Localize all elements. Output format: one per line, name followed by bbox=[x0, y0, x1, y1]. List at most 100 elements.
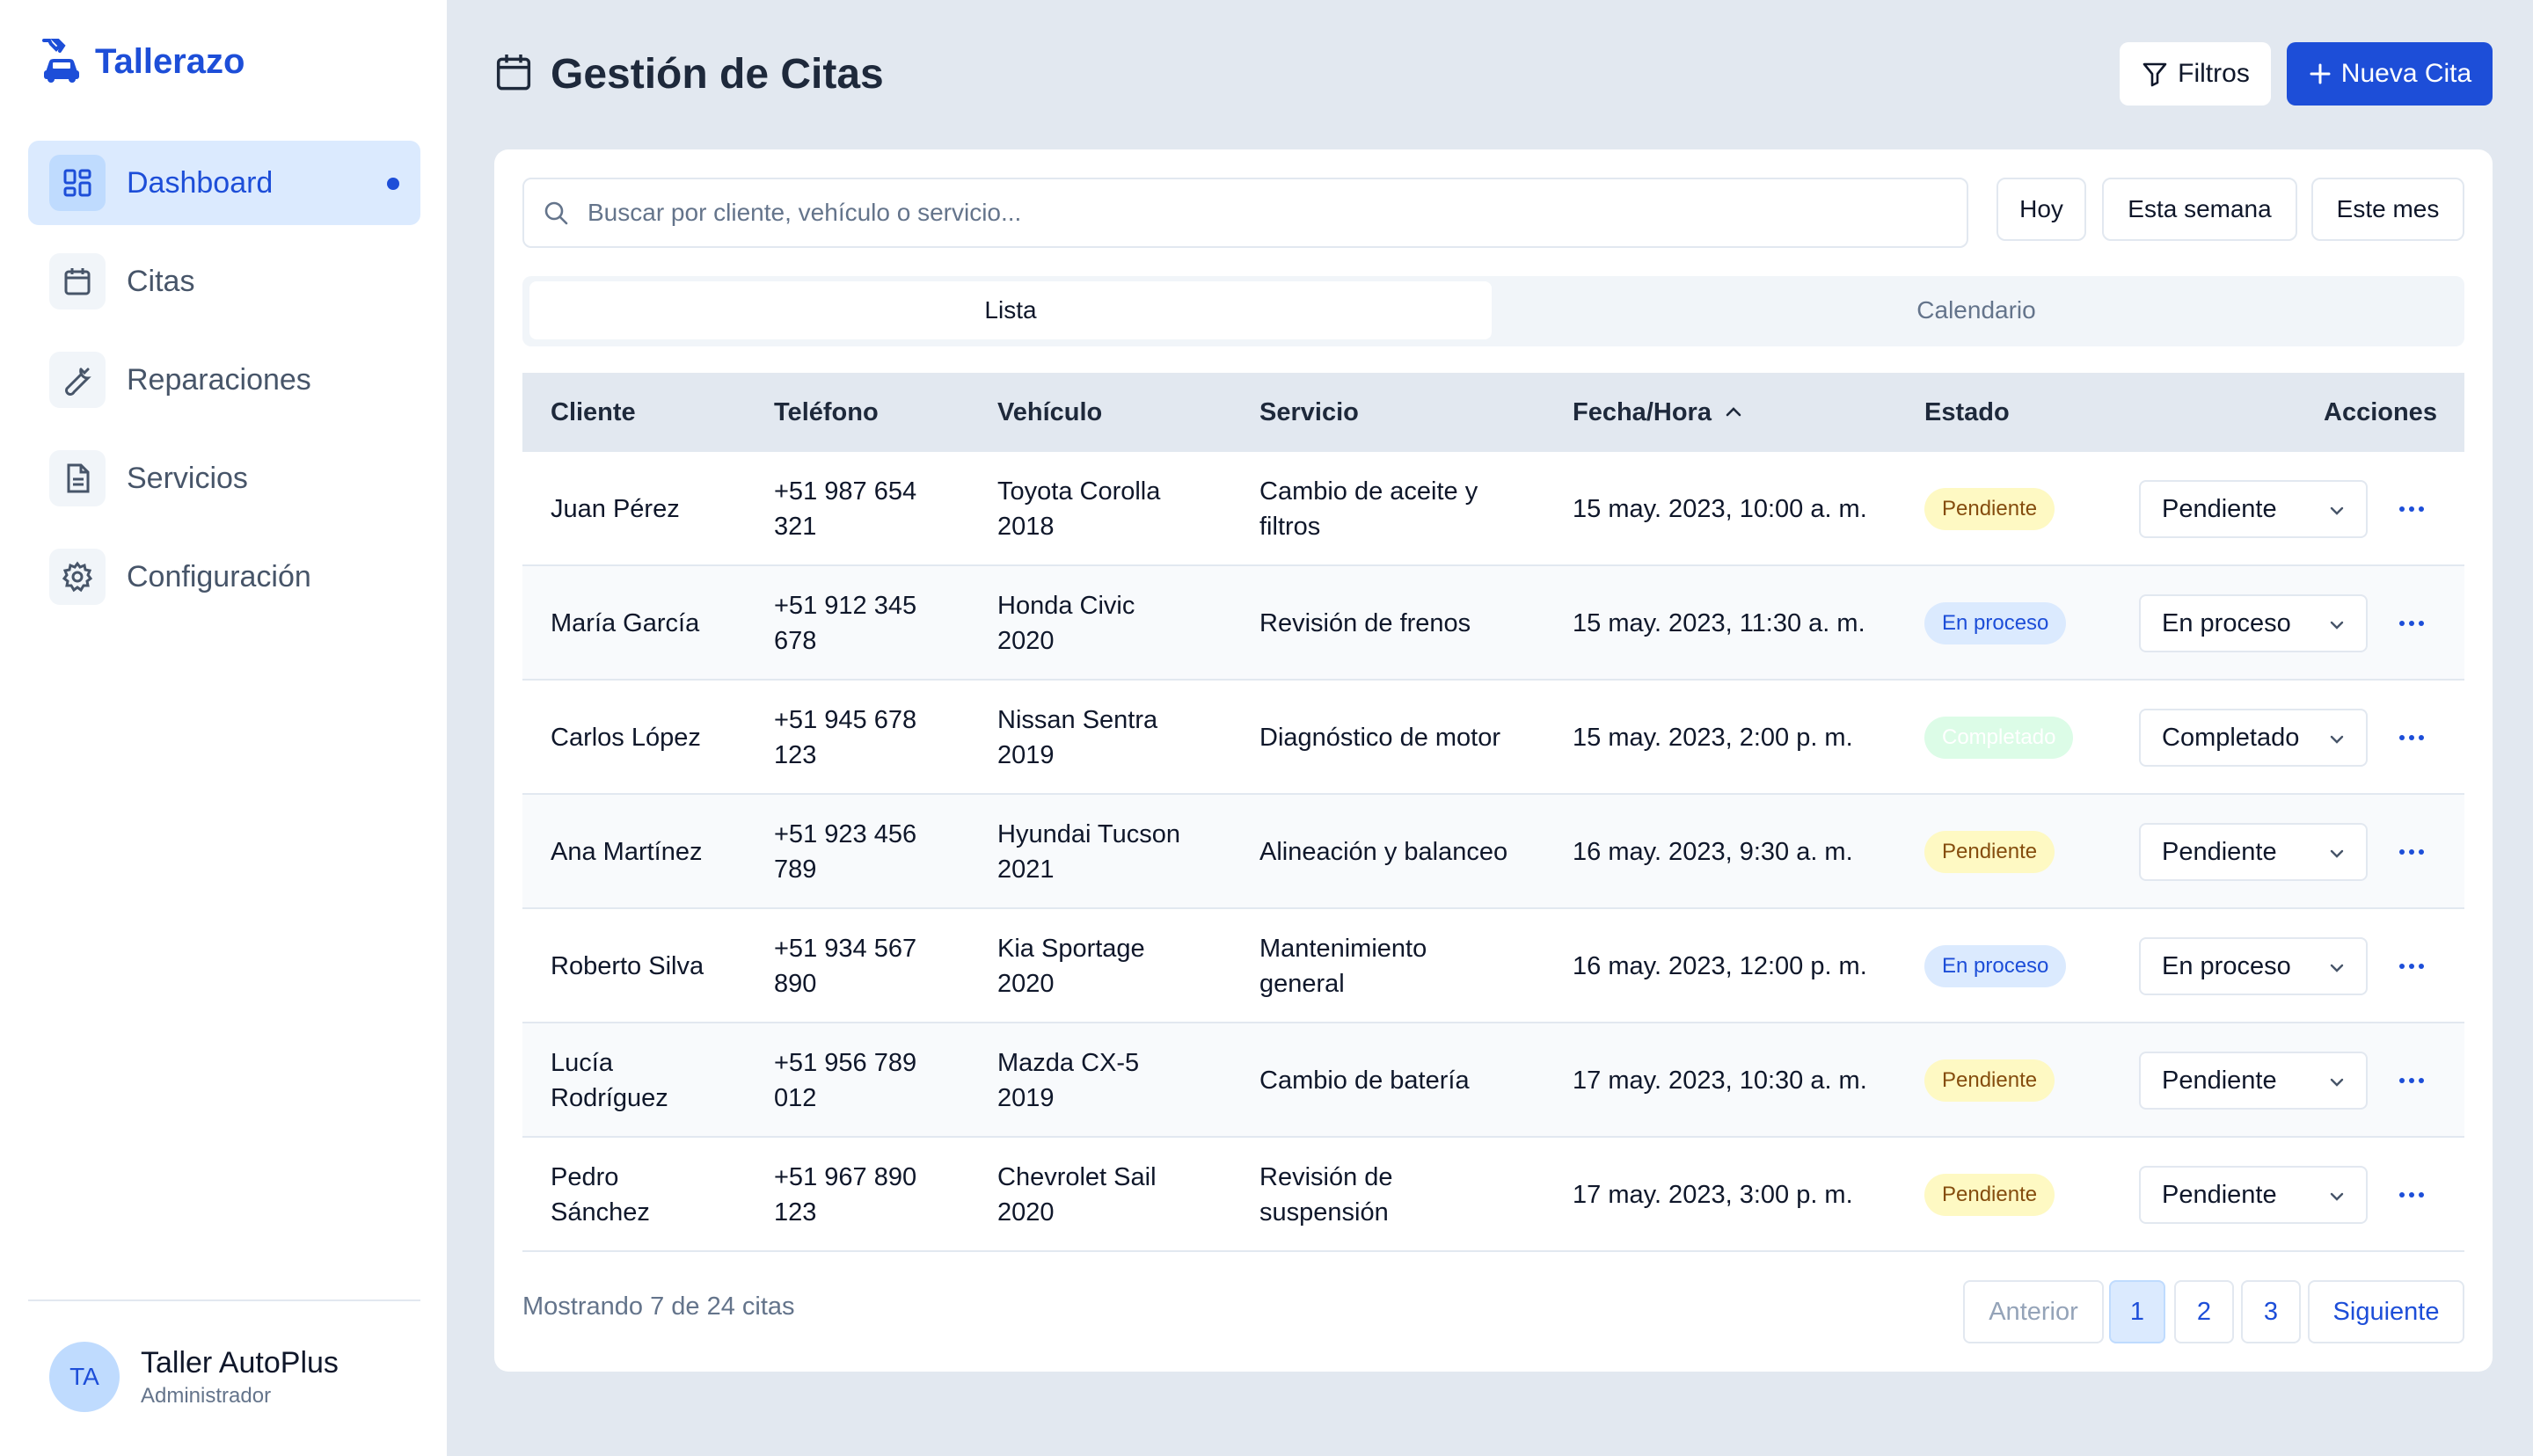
column-header-fecha[interactable]: Fecha/Hora bbox=[1573, 373, 1743, 452]
cell-vehiculo: Mazda CX-5 2019 bbox=[997, 1023, 1139, 1138]
calendar-icon bbox=[49, 253, 106, 309]
phone-line-2: 321 bbox=[774, 513, 817, 541]
cell-fecha: 17 may. 2023, 10:30 a. m. bbox=[1573, 1023, 1867, 1138]
table-row[interactable]: Pedro Sánchez +51 967 890 123 Chevrolet Sai… bbox=[522, 1138, 2464, 1252]
gear-icon bbox=[49, 549, 106, 605]
more-horizontal-icon bbox=[2399, 506, 2424, 512]
app-logo[interactable]: Tallerazo bbox=[35, 35, 245, 88]
table-row[interactable]: Roberto Silva +51 934 567 890 Kia Sportage 2… bbox=[522, 909, 2464, 1023]
status-select[interactable]: En proceso bbox=[2139, 594, 2368, 652]
status-select-value: Pendiente bbox=[2162, 837, 2277, 866]
pagination-page-3[interactable]: 3 bbox=[2241, 1280, 2301, 1343]
filter-month-button[interactable]: Este mes bbox=[2311, 178, 2464, 241]
filter-today-button[interactable]: Hoy bbox=[1996, 178, 2086, 241]
cell-cliente: Pedro Sánchez bbox=[551, 1138, 650, 1252]
table-row[interactable]: Lucía Rodríguez +51 956 789 012 Mazda CX-5 2… bbox=[522, 1023, 2464, 1138]
more-actions-button[interactable] bbox=[2394, 949, 2429, 984]
pagination-page-1[interactable]: 1 bbox=[2109, 1280, 2165, 1343]
table-row[interactable]: Juan Pérez +51 987 654 321 Toyota Corolla 20… bbox=[522, 452, 2464, 566]
status-select[interactable]: En proceso bbox=[2139, 937, 2368, 995]
pagination-page-2[interactable]: 2 bbox=[2174, 1280, 2234, 1343]
sidebar-item-reparaciones[interactable]: Reparaciones bbox=[28, 338, 420, 422]
service-line-1: Mantenimiento bbox=[1259, 935, 1427, 963]
page-title: Gestión de Citas bbox=[551, 50, 884, 98]
status-select-value: Pendiente bbox=[2162, 494, 2277, 523]
status-select-value: Pendiente bbox=[2162, 1180, 2277, 1209]
pagination-next-button[interactable]: Siguiente bbox=[2308, 1280, 2464, 1343]
vehicle-line-2: 2020 bbox=[997, 1198, 1055, 1227]
more-actions-button[interactable] bbox=[2394, 1063, 2429, 1098]
sidebar-item-servicios[interactable]: Servicios bbox=[28, 436, 420, 521]
column-header-fecha-label: Fecha/Hora bbox=[1573, 397, 1712, 426]
table-body: Juan Pérez +51 987 654 321 Toyota Corolla 20… bbox=[522, 452, 2464, 1252]
appointments-card: Buscar por cliente, vehículo o servicio.… bbox=[494, 149, 2493, 1372]
status-select[interactable]: Pendiente bbox=[2139, 480, 2368, 538]
status-select[interactable]: Pendiente bbox=[2139, 1166, 2368, 1224]
more-horizontal-icon bbox=[2399, 735, 2424, 740]
client-name: Roberto Silva bbox=[551, 952, 704, 980]
cell-fecha: 17 may. 2023, 3:00 p. m. bbox=[1573, 1138, 1853, 1252]
table-row[interactable]: Ana Martínez +51 923 456 789 Hyundai Tucson… bbox=[522, 795, 2464, 909]
more-horizontal-icon bbox=[2399, 1192, 2424, 1198]
search-input[interactable]: Buscar por cliente, vehículo o servicio.… bbox=[522, 178, 1968, 248]
status-select[interactable]: Pendiente bbox=[2139, 823, 2368, 881]
more-actions-button[interactable] bbox=[2394, 1177, 2429, 1212]
cell-cliente: Lucía Rodríguez bbox=[551, 1023, 668, 1138]
filter-week-button[interactable]: Esta semana bbox=[2102, 178, 2297, 241]
chevron-down-icon bbox=[2330, 849, 2344, 858]
more-horizontal-icon bbox=[2399, 621, 2424, 626]
cell-servicio: Revisión de suspensión bbox=[1259, 1138, 1393, 1252]
column-header-vehiculo[interactable]: Vehículo bbox=[997, 373, 1102, 452]
cell-telefono: +51 934 567 890 bbox=[774, 909, 916, 1023]
cell-servicio: Cambio de aceite y filtros bbox=[1259, 452, 1478, 566]
search-placeholder: Buscar por cliente, vehículo o servicio.… bbox=[588, 199, 1022, 226]
status-select[interactable]: Completado bbox=[2139, 709, 2368, 767]
calendar-icon bbox=[493, 51, 535, 98]
more-actions-button[interactable] bbox=[2394, 720, 2429, 755]
wrench-icon bbox=[49, 352, 106, 408]
column-header-servicio[interactable]: Servicio bbox=[1259, 373, 1359, 452]
service-line-1: Cambio de aceite y bbox=[1259, 477, 1478, 506]
sidebar-item-label: Reparaciones bbox=[127, 362, 311, 397]
phone-line-1: +51 945 678 bbox=[774, 706, 917, 734]
new-appointment-button[interactable]: Nueva Cita bbox=[2287, 42, 2493, 106]
status-badge: Pendiente bbox=[1924, 488, 2055, 530]
filters-button-label: Filtros bbox=[2178, 59, 2250, 88]
cell-servicio: Diagnóstico de motor bbox=[1259, 681, 1500, 795]
column-header-telefono[interactable]: Teléfono bbox=[774, 373, 879, 452]
pagination-prev-button[interactable]: Anterior bbox=[1963, 1280, 2104, 1343]
vehicle-line-2: 2018 bbox=[997, 513, 1055, 541]
filters-button[interactable]: Filtros bbox=[2120, 42, 2271, 106]
column-header-cliente[interactable]: Cliente bbox=[551, 373, 636, 452]
table-row[interactable]: María García +51 912 345 678 Honda Civic 202… bbox=[522, 566, 2464, 681]
table-row[interactable]: Carlos López +51 945 678 123 Nissan Sentra 2… bbox=[522, 681, 2464, 795]
phone-line-1: +51 934 567 bbox=[774, 935, 917, 963]
vehicle-line-2: 2019 bbox=[997, 741, 1055, 769]
table-header: Cliente Teléfono Vehículo Servicio Fecha… bbox=[522, 373, 2464, 452]
sidebar-item-label: Citas bbox=[127, 264, 195, 298]
cell-telefono: +51 912 345 678 bbox=[774, 566, 916, 681]
tab-lista[interactable]: Lista bbox=[529, 281, 1492, 339]
cell-telefono: +51 923 456 789 bbox=[774, 795, 916, 909]
column-header-estado[interactable]: Estado bbox=[1924, 373, 2010, 452]
new-appointment-label: Nueva Cita bbox=[2340, 59, 2472, 88]
user-profile[interactable]: TA Taller AutoPlus Administrador bbox=[49, 1342, 339, 1412]
more-actions-button[interactable] bbox=[2394, 491, 2429, 527]
phone-line-2: 789 bbox=[774, 855, 817, 884]
vehicle-line-2: 2019 bbox=[997, 1084, 1055, 1112]
chevron-down-icon bbox=[2330, 621, 2344, 630]
more-actions-button[interactable] bbox=[2394, 834, 2429, 870]
service-line-1: Diagnóstico de motor bbox=[1259, 724, 1501, 752]
status-select[interactable]: Pendiente bbox=[2139, 1052, 2368, 1110]
sidebar-item-dashboard[interactable]: Dashboard bbox=[28, 141, 420, 225]
status-badge: En proceso bbox=[1924, 602, 2067, 644]
status-select-value: Pendiente bbox=[2162, 1066, 2277, 1095]
sidebar-item-configuracion[interactable]: Configuración bbox=[28, 535, 420, 619]
more-actions-button[interactable] bbox=[2394, 606, 2429, 641]
cell-telefono: +51 956 789 012 bbox=[774, 1023, 916, 1138]
car-repair-icon bbox=[35, 35, 88, 88]
sidebar-item-citas[interactable]: Citas bbox=[28, 239, 420, 324]
cell-cliente: Carlos López bbox=[551, 681, 701, 795]
tab-calendario[interactable]: Calendario bbox=[1495, 281, 2457, 339]
cell-fecha: 15 may. 2023, 2:00 p. m. bbox=[1573, 681, 1853, 795]
